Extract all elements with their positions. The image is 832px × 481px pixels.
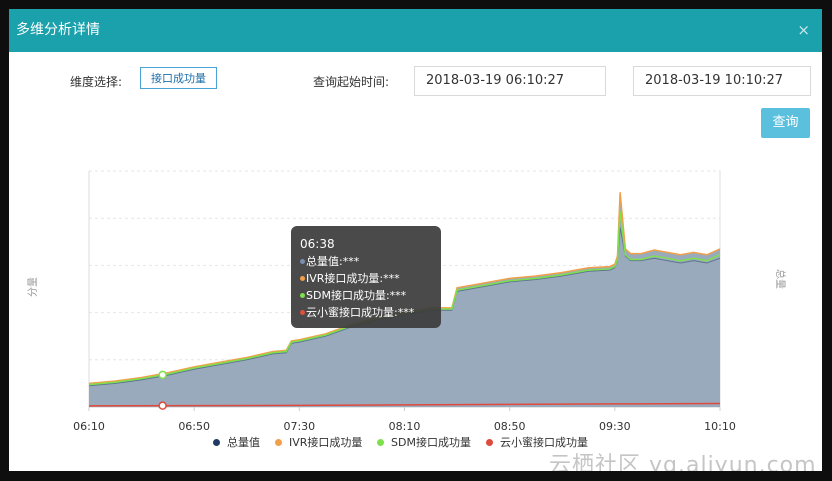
tooltip-value: *** — [342, 255, 360, 268]
tooltip-row-total: 总量值:*** — [300, 253, 441, 270]
legend-label: SDM接口成功量 — [391, 436, 471, 449]
x-tick-label: 08:50 — [494, 420, 526, 433]
legend-dot — [275, 438, 282, 446]
tooltip-row-sdm: SDM接口成功量:*** — [300, 287, 441, 304]
tooltip-value: *** — [389, 289, 407, 302]
x-tick-label: 06:50 — [178, 420, 210, 433]
x-tick-label: 07:30 — [283, 420, 315, 433]
left-axis-label: 分量 — [27, 277, 39, 297]
hover-marker-xiaomi — [158, 401, 167, 410]
x-tick-label: 08:10 — [389, 420, 421, 433]
chart-tooltip: 06:38 总量值:*** IVR接口成功量:*** SDM接口成功量:*** … — [291, 226, 441, 328]
x-tick-label: 09:30 — [599, 420, 631, 433]
tooltip-time: 06:38 — [300, 237, 335, 251]
watermark: 云栖社区 yq.aliyun.com — [549, 453, 817, 471]
legend-label: 总量值 — [227, 436, 260, 449]
analysis-dialog: 多维分析详情 × 维度选择: 接口成功量 查询起始时间: 2018-03-19 … — [9, 9, 822, 471]
legend-item-ivr[interactable]: IVR接口成功量 — [275, 434, 362, 450]
tooltip-value: *** — [383, 272, 400, 285]
x-tick-label: 06:10 — [73, 420, 105, 433]
legend-label: IVR接口成功量 — [289, 436, 363, 449]
legend-dot — [213, 438, 220, 446]
tooltip-dot — [300, 258, 305, 264]
tooltip-name: IVR接口成功量 — [306, 272, 380, 285]
tooltip-name: 云小蜜接口成功量 — [306, 306, 394, 319]
legend-dot — [486, 438, 493, 446]
tooltip-name: SDM接口成功量 — [306, 289, 386, 302]
tooltip-row-ivr: IVR接口成功量:*** — [300, 270, 441, 287]
tooltip-dot — [300, 275, 305, 281]
x-axis-ticks: 06:10 06:50 07:30 08:10 08:50 09:30 10:10 — [73, 407, 736, 433]
right-axis-label: 总量 — [774, 269, 787, 289]
tooltip-row-xiaomi: 云小蜜接口成功量:*** — [300, 304, 441, 321]
legend-dot — [377, 438, 384, 446]
tooltip-dot — [300, 309, 305, 315]
tooltip-name: 总量值 — [306, 255, 339, 268]
legend-item-total[interactable]: 总量值 — [213, 434, 260, 450]
tooltip-dot — [300, 292, 305, 298]
x-tick-label: 10:10 — [704, 420, 736, 433]
hover-marker-sdm — [158, 370, 167, 380]
tooltip-value: *** — [397, 306, 415, 319]
legend-item-sdm[interactable]: SDM接口成功量 — [377, 434, 471, 450]
